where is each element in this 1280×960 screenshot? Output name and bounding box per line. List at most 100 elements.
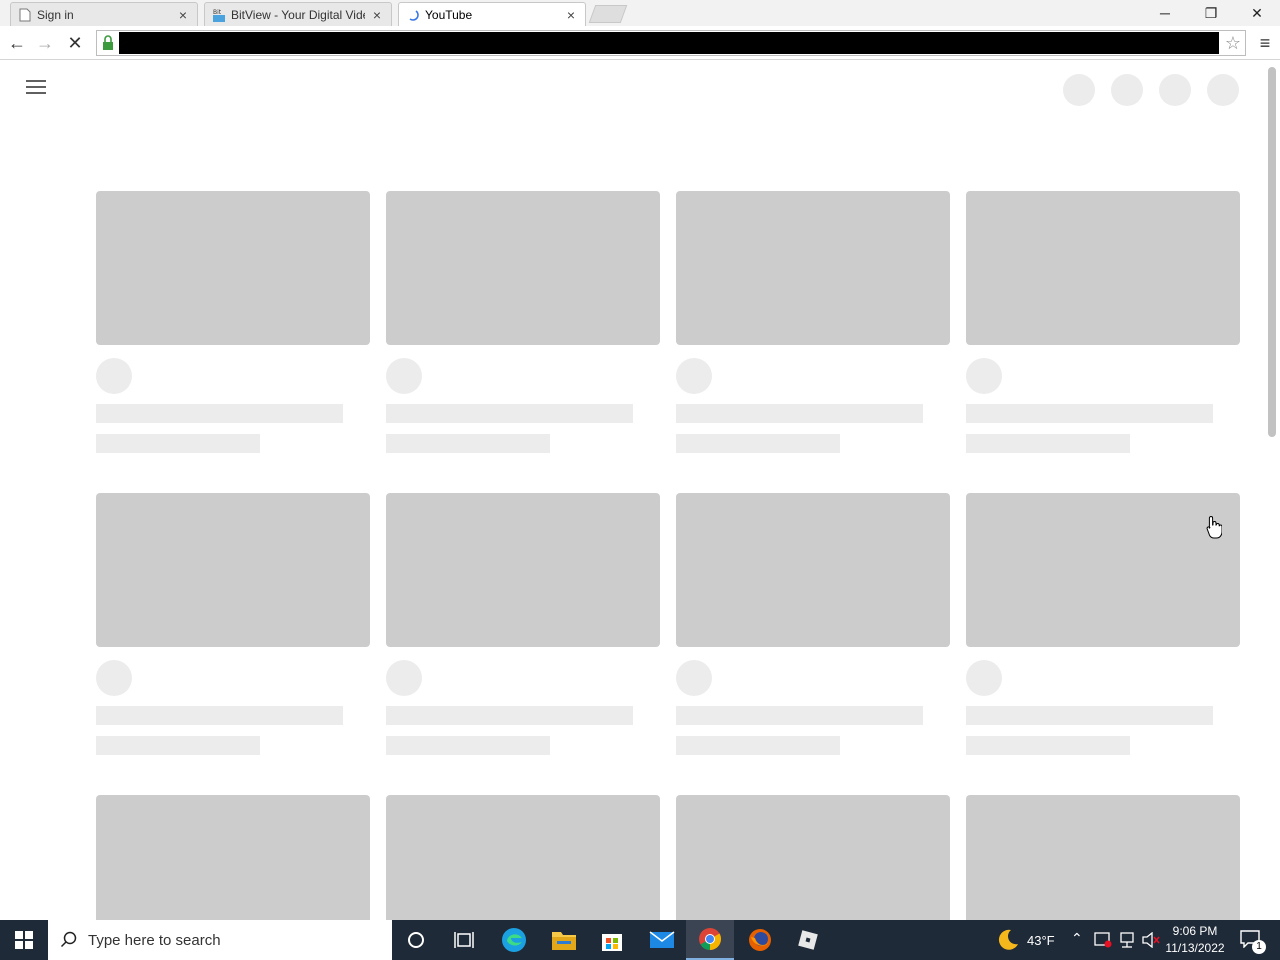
header-placeholder (1111, 74, 1143, 106)
browser-menu-button[interactable]: ≡ (1252, 30, 1278, 56)
meta-placeholder (966, 434, 1130, 453)
cortana-button[interactable] (392, 920, 440, 960)
video-card-skeleton[interactable] (966, 191, 1240, 453)
thumbnail-placeholder (676, 493, 950, 647)
system-clock[interactable]: 9:06 PM 11/13/2022 (1160, 923, 1230, 957)
page-content (0, 61, 1264, 920)
video-card-skeleton[interactable] (386, 795, 660, 920)
meta-placeholder (966, 736, 1130, 755)
tab-title: Sign in (37, 7, 74, 22)
video-card-skeleton[interactable] (966, 493, 1240, 755)
firefox-icon (749, 929, 771, 951)
tab-strip: Sign in × Bit BitView - Your Digital Vid… (0, 0, 1280, 26)
meta-placeholder (386, 736, 550, 755)
title-placeholder (386, 706, 633, 725)
cortana-icon (408, 932, 424, 948)
meta-placeholder (96, 434, 260, 453)
chrome-button[interactable] (686, 920, 734, 960)
meta-placeholder (676, 736, 840, 755)
windows-logo-icon (15, 931, 33, 949)
file-explorer-button[interactable] (540, 920, 588, 960)
avatar-placeholder (966, 660, 1002, 696)
thumbnail-placeholder (966, 493, 1240, 647)
clock-date: 11/13/2022 (1165, 941, 1225, 955)
thumbnail-placeholder (966, 795, 1240, 920)
firefox-button[interactable] (736, 920, 784, 960)
hamburger-menu-icon[interactable] (26, 80, 46, 94)
avatar-placeholder (676, 358, 712, 394)
store-button[interactable] (588, 920, 636, 960)
taskbar-search[interactable]: Type here to search (48, 920, 392, 960)
close-tab-icon[interactable]: × (371, 7, 383, 23)
file-explorer-icon (552, 932, 576, 950)
minimize-button[interactable]: ─ (1142, 0, 1188, 26)
close-tab-icon[interactable]: × (177, 7, 189, 23)
avatar-placeholder (386, 660, 422, 696)
thumbnail-placeholder (96, 493, 370, 647)
avatar-placeholder (96, 358, 132, 394)
title-placeholder (386, 404, 633, 423)
security-icon[interactable] (1094, 932, 1112, 948)
task-view-button[interactable] (440, 920, 488, 960)
header-placeholder (1063, 74, 1095, 106)
video-card-skeleton[interactable] (386, 191, 660, 453)
video-card-skeleton[interactable] (966, 795, 1240, 920)
new-tab-button[interactable] (588, 5, 628, 23)
avatar-placeholder (966, 358, 1002, 394)
search-icon (60, 931, 77, 948)
action-center-button[interactable]: 1 (1234, 920, 1280, 960)
tab-bitview[interactable]: Bit BitView - Your Digital Vide × (204, 2, 392, 26)
tab-title: YouTube (425, 7, 473, 22)
notification-badge: 1 (1252, 940, 1266, 954)
header-placeholder (1207, 74, 1239, 106)
video-card-skeleton[interactable] (96, 795, 370, 920)
video-card-skeleton[interactable] (96, 191, 370, 453)
address-bar[interactable]: ☆ (96, 30, 1246, 56)
store-icon (602, 934, 622, 951)
video-card-skeleton[interactable] (676, 795, 950, 920)
avatar-placeholder (386, 358, 422, 394)
thumbnail-placeholder (676, 191, 950, 345)
task-view-icon (454, 932, 474, 948)
scrollbar-thumb[interactable] (1268, 67, 1276, 437)
title-placeholder (96, 404, 343, 423)
title-placeholder (96, 706, 343, 725)
meta-placeholder (386, 434, 550, 453)
roblox-button[interactable] (784, 920, 832, 960)
windows-taskbar: Type here to search 43°F ⌃ 9:06 PM 11/13… (0, 920, 1280, 960)
search-placeholder: Type here to search (88, 931, 221, 949)
clock-time: 9:06 PM (1172, 924, 1218, 938)
chevron-up-icon[interactable]: ⌃ (1071, 930, 1083, 947)
video-card-skeleton[interactable] (386, 493, 660, 755)
bookmark-star-icon[interactable]: ☆ (1225, 33, 1241, 54)
thumbnail-placeholder (96, 191, 370, 345)
tab-sign-in[interactable]: Sign in × (10, 2, 198, 26)
edge-taskbar-button[interactable] (490, 920, 538, 960)
thumbnail-placeholder (676, 795, 950, 920)
video-card-skeleton[interactable] (96, 493, 370, 755)
vertical-scrollbar[interactable] (1264, 61, 1280, 920)
lock-icon (103, 35, 113, 50)
back-button[interactable]: ← (4, 30, 30, 56)
restore-button[interactable]: ❐ (1188, 0, 1234, 26)
mail-button[interactable] (638, 920, 686, 960)
hand-cursor-icon (1206, 515, 1222, 539)
close-tab-icon[interactable]: × (565, 7, 577, 23)
close-window-button[interactable]: ✕ (1234, 0, 1280, 26)
stop-button[interactable]: ✕ (62, 30, 88, 56)
url-text[interactable] (119, 32, 1219, 54)
browser-toolbar: ← → ✕ ☆ ≡ (0, 26, 1280, 60)
start-button[interactable] (0, 920, 48, 960)
network-icon[interactable] (1118, 932, 1136, 948)
tab-youtube[interactable]: YouTube × (398, 2, 586, 26)
title-placeholder (676, 404, 923, 423)
weather-temperature[interactable]: 43°F (1027, 933, 1055, 948)
title-placeholder (966, 706, 1213, 725)
video-card-skeleton[interactable] (676, 191, 950, 453)
forward-button[interactable]: → (32, 30, 58, 56)
video-card-skeleton[interactable] (676, 493, 950, 755)
mail-icon (649, 931, 675, 948)
volume-muted-icon[interactable] (1142, 932, 1160, 948)
thumbnail-placeholder (386, 493, 660, 647)
meta-placeholder (676, 434, 840, 453)
